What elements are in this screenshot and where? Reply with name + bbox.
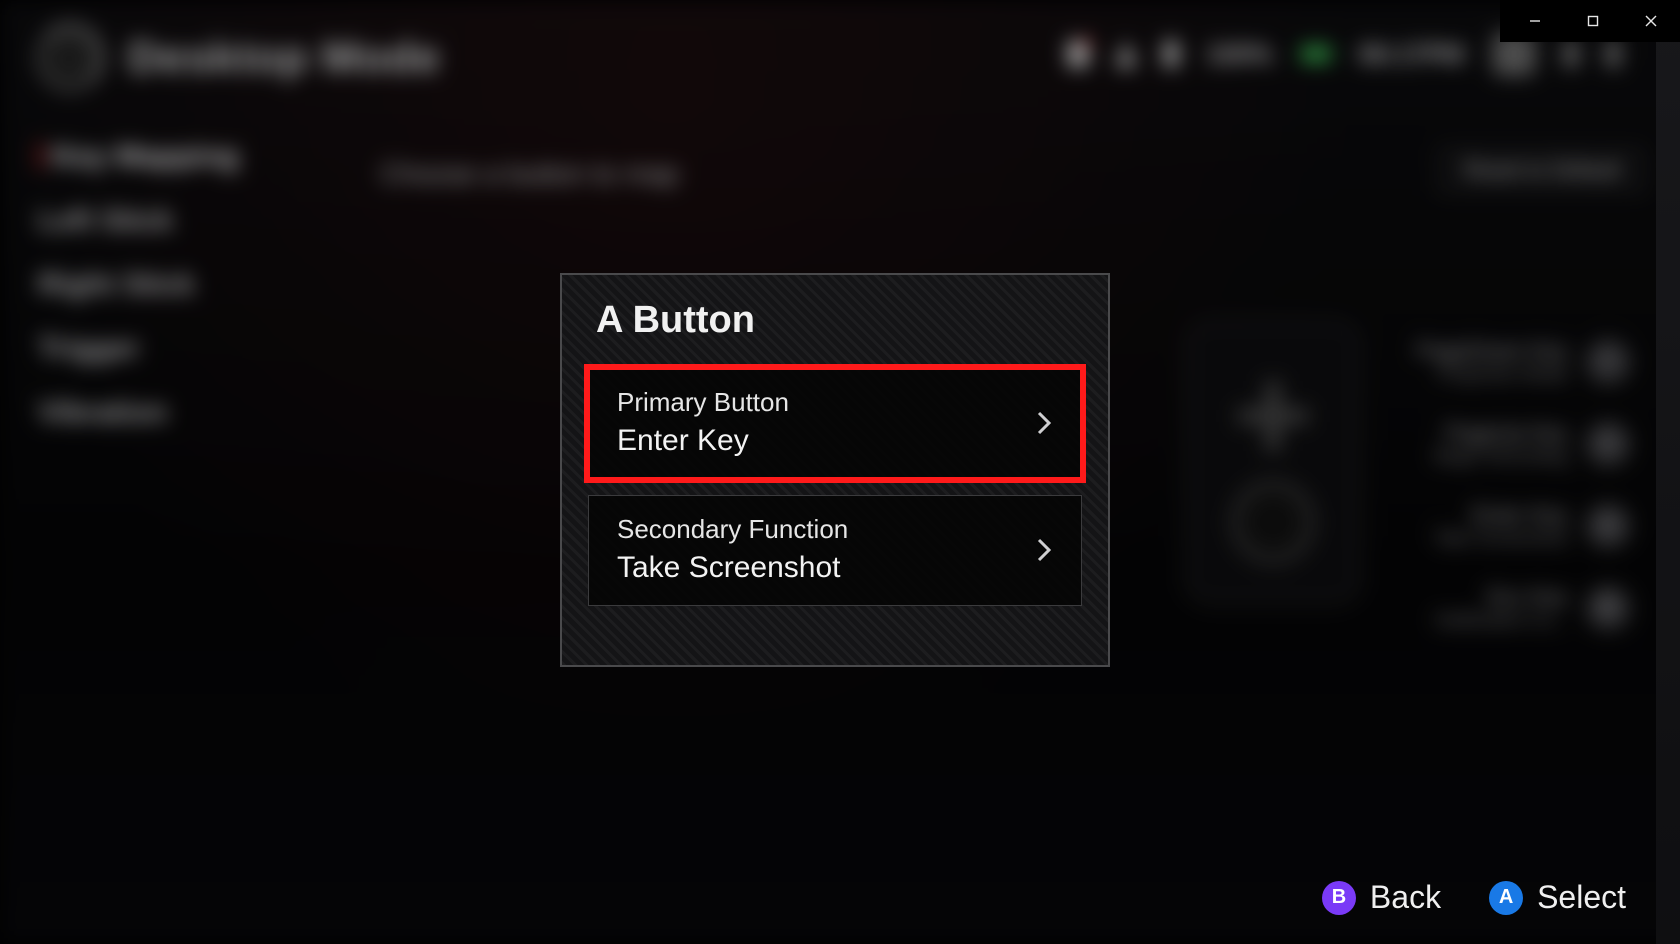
window-close-button[interactable] [1622, 0, 1680, 42]
hint-select-label: Select [1537, 879, 1626, 916]
option-value: Enter Key [617, 424, 789, 458]
hint-select[interactable]: A Select [1489, 879, 1626, 916]
option-label: Secondary Function [617, 514, 848, 545]
secondary-function-option[interactable]: Secondary Function Take Screenshot [588, 495, 1082, 606]
option-label: Primary Button [617, 387, 789, 418]
footer-hints: B Back A Select [1322, 879, 1626, 916]
button-mapping-modal: A Button Primary Button Enter Key Second… [560, 273, 1110, 667]
option-value: Take Screenshot [617, 551, 848, 585]
hint-back[interactable]: B Back [1322, 879, 1441, 916]
window-controls [1500, 0, 1680, 42]
primary-button-option[interactable]: Primary Button Enter Key [588, 368, 1082, 479]
modal-title: A Button [596, 299, 1078, 342]
window-maximize-button[interactable] [1564, 0, 1622, 42]
b-button-icon: B [1322, 881, 1356, 915]
a-button-icon: A [1489, 881, 1523, 915]
chevron-right-icon [1035, 536, 1053, 564]
window-minimize-button[interactable] [1506, 0, 1564, 42]
chevron-right-icon [1035, 409, 1053, 437]
hint-back-label: Back [1370, 879, 1441, 916]
